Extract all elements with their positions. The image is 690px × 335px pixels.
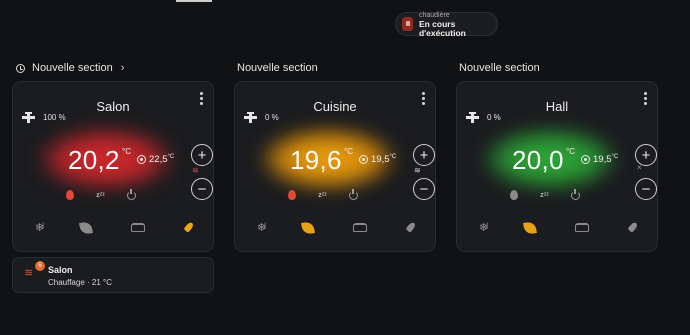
- eco-preset-icon[interactable]: [523, 220, 538, 235]
- section-title-label: Nouvelle section: [32, 62, 113, 74]
- target-icon: [581, 155, 590, 164]
- frost-preset-icon[interactable]: ❄ˡ: [35, 221, 44, 234]
- current-temperature: 19,6: [290, 145, 342, 175]
- decrease-temperature-button[interactable]: −: [191, 178, 213, 200]
- thermostat-name: Hall: [545, 99, 569, 114]
- eco-preset-icon[interactable]: [79, 220, 94, 235]
- section-title-2: Nouvelle section: [237, 62, 318, 74]
- valve-icon: [244, 112, 257, 123]
- decrease-temperature-button[interactable]: −: [635, 178, 657, 200]
- power-icon[interactable]: [348, 188, 358, 200]
- thermostat-name: Salon: [96, 99, 130, 114]
- sleep-mode-icon[interactable]: zᶻᶻ: [96, 192, 105, 199]
- heat-wave-icon: ≋: [24, 267, 33, 279]
- boiler-icon: [402, 17, 413, 31]
- salon-tile[interactable]: ≋ 6 Salon Chauffage · 21 °C: [12, 257, 214, 293]
- notification-badge: 6: [35, 261, 45, 271]
- decrease-temperature-button[interactable]: −: [413, 178, 435, 200]
- power-icon[interactable]: [570, 188, 580, 200]
- frost-preset-icon[interactable]: ❄ˡ: [257, 221, 266, 234]
- section-title-label: Nouvelle section: [459, 62, 540, 74]
- current-temperature: 20,0: [512, 145, 564, 175]
- heat-wave-icon: ≋: [414, 166, 421, 175]
- valve-percentage: 100 %: [43, 113, 66, 122]
- sleep-mode-icon[interactable]: zᶻᶻ: [540, 192, 549, 199]
- target-temperature: 22,5°C: [149, 154, 175, 166]
- temperature-unit: °C: [344, 147, 353, 156]
- target-temperature: 19,5°C: [371, 154, 397, 166]
- target-icon: [359, 155, 368, 164]
- clock-icon: [16, 63, 25, 73]
- thermostat-card-salon[interactable]: Salon 100 % 20,2 °C 22,5°C + ≋ − zᶻᶻ ❄ˡ: [12, 81, 214, 252]
- power-icon[interactable]: [126, 188, 136, 200]
- tile-name: Salon: [48, 265, 73, 275]
- heat-mode-icon[interactable]: [288, 190, 297, 200]
- heat-mode-icon[interactable]: [66, 190, 75, 200]
- section-title-3: Nouvelle section: [459, 62, 540, 74]
- boiler-status-chip[interactable]: chaudière En cours d'exécution: [395, 12, 498, 38]
- current-temperature: 20,2: [68, 145, 120, 175]
- boost-preset-icon[interactable]: [183, 222, 195, 234]
- target-icon: [137, 155, 146, 164]
- idle-x-icon: ×: [637, 163, 642, 172]
- comfort-preset-icon[interactable]: [574, 223, 589, 232]
- comfort-preset-icon[interactable]: [130, 223, 145, 232]
- section-title-label: Nouvelle section: [237, 62, 318, 74]
- valve-percentage: 0 %: [487, 113, 501, 122]
- increase-temperature-button[interactable]: +: [413, 144, 435, 166]
- chip-state: En cours d'exécution: [418, 18, 466, 38]
- valve-icon: [22, 112, 35, 123]
- temperature-unit: °C: [122, 147, 131, 156]
- frost-preset-icon[interactable]: ❄ˡ: [479, 221, 488, 234]
- chevron-right-icon: ›: [120, 62, 125, 74]
- tile-state: Chauffage · 21 °C: [48, 278, 112, 287]
- section-title-1[interactable]: Nouvelle section ›: [16, 62, 124, 74]
- increase-temperature-button[interactable]: +: [191, 144, 213, 166]
- target-temperature: 19,5°C: [593, 154, 619, 166]
- heat-wave-icon: ≋: [192, 166, 199, 175]
- thermostat-card-hall[interactable]: Hall 0 % 20,0 °C 19,5°C + × − zᶻᶻ ❄ˡ: [456, 81, 658, 252]
- temperature-unit: °C: [566, 147, 575, 156]
- thermostat-card-cuisine[interactable]: Cuisine 0 % 19,6 °C 19,5°C + ≋ − zᶻᶻ ❄ˡ: [234, 81, 436, 252]
- sleep-mode-icon[interactable]: zᶻᶻ: [318, 192, 327, 199]
- eco-preset-icon[interactable]: [301, 220, 316, 235]
- comfort-preset-icon[interactable]: [352, 223, 367, 232]
- thermostat-name: Cuisine: [313, 99, 357, 114]
- valve-icon: [466, 112, 479, 123]
- valve-percentage: 0 %: [265, 113, 279, 122]
- boost-preset-icon[interactable]: [627, 222, 639, 234]
- active-tab-indicator: [176, 0, 212, 2]
- boost-preset-icon[interactable]: [405, 222, 417, 234]
- heat-mode-icon[interactable]: [510, 190, 519, 200]
